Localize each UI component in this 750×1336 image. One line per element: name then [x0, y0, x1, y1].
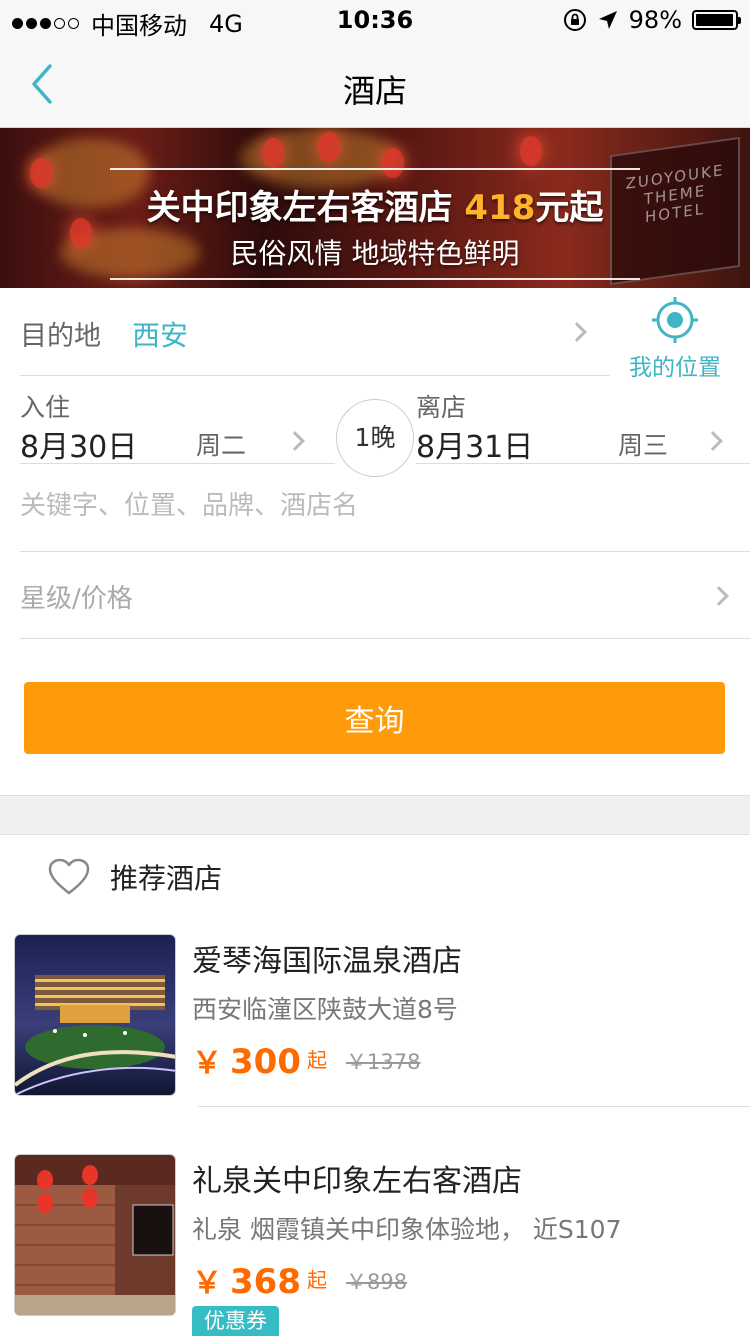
keyword-search-input[interactable] [20, 486, 720, 526]
coupon-badge: 优惠券 [192, 1306, 279, 1336]
row-divider [198, 1106, 750, 1107]
page-title: 酒店 [342, 72, 407, 110]
banner-headline: 关中印象左右客酒店 418元起 [146, 188, 604, 228]
hotel-price: ￥ 368 起 [192, 1262, 327, 1302]
checkin-date: 8月30日 [20, 430, 138, 465]
search-button[interactable]: 查询 [24, 682, 725, 754]
section-divider [0, 795, 750, 835]
heart-icon [48, 858, 90, 895]
chevron-right-icon [703, 431, 723, 451]
hotel-price: ￥ 300 起 [192, 1042, 327, 1082]
battery-icon [692, 10, 741, 30]
hotel-original-price: ￥898 [346, 1270, 408, 1294]
status-bar: 中国移动 4G 10:36 98% [0, 0, 750, 40]
hotel-name: 爱琴海国际温泉酒店 [192, 944, 462, 979]
location-arrow-icon [598, 11, 617, 29]
hotel-address: 西安临潼区陕鼓大道8号 [192, 995, 458, 1024]
recommend-title: 推荐酒店 [110, 862, 223, 895]
battery-percent: 98% [628, 6, 682, 34]
star-price-label: 星级/价格 [20, 584, 133, 614]
destination-row[interactable]: 目的地 西安 [20, 288, 610, 376]
recommend-header: 推荐酒店 [48, 852, 222, 902]
hotel-thumbnail [14, 934, 176, 1096]
checkin-label: 入住 [20, 393, 71, 422]
rotation-lock-icon [563, 9, 586, 31]
locate-target-icon [652, 297, 698, 343]
checkout-date-picker[interactable]: 离店 8月31日 周三 [416, 376, 750, 465]
promo-banner[interactable]: ZUOYOUKE THEME HOTEL 关中印象左右客酒店 418元起 民俗风… [0, 128, 750, 288]
checkin-weekday: 周二 [196, 431, 247, 460]
chevron-right-icon [709, 586, 729, 606]
checkin-date-picker[interactable]: 入住 8月30日 周二 [20, 376, 335, 465]
destination-value: 西安 [132, 319, 189, 352]
chevron-right-icon [285, 431, 305, 451]
hotel-thumbnail [14, 1154, 176, 1316]
hotel-list-item[interactable]: 爱琴海国际温泉酒店 西安临潼区陕鼓大道8号 ￥ 300 起 ￥1378 [0, 934, 750, 1134]
hotel-name: 礼泉关中印象左右客酒店 [192, 1164, 522, 1199]
navigation-bar: 酒店 [0, 40, 750, 128]
checkout-date: 8月31日 [416, 430, 534, 465]
checkout-weekday: 周三 [618, 431, 669, 460]
chevron-right-icon [567, 322, 587, 342]
keyword-row [20, 464, 750, 552]
hotel-address: 礼泉 烟霞镇关中印象体验地， 近S107 [192, 1215, 622, 1244]
star-price-row[interactable]: 星级/价格 [20, 552, 750, 639]
my-location-button[interactable]: 我的位置 [620, 296, 730, 381]
hotel-list-item[interactable]: 礼泉关中印象左右客酒店 礼泉 烟霞镇关中印象体验地， 近S107 ￥ 368 起… [0, 1154, 750, 1336]
checkout-label: 离店 [416, 393, 467, 422]
destination-label: 目的地 [20, 321, 101, 352]
banner-subtitle: 民俗风情 地域特色鲜明 [230, 237, 520, 270]
hotel-original-price: ￥1378 [346, 1050, 421, 1074]
